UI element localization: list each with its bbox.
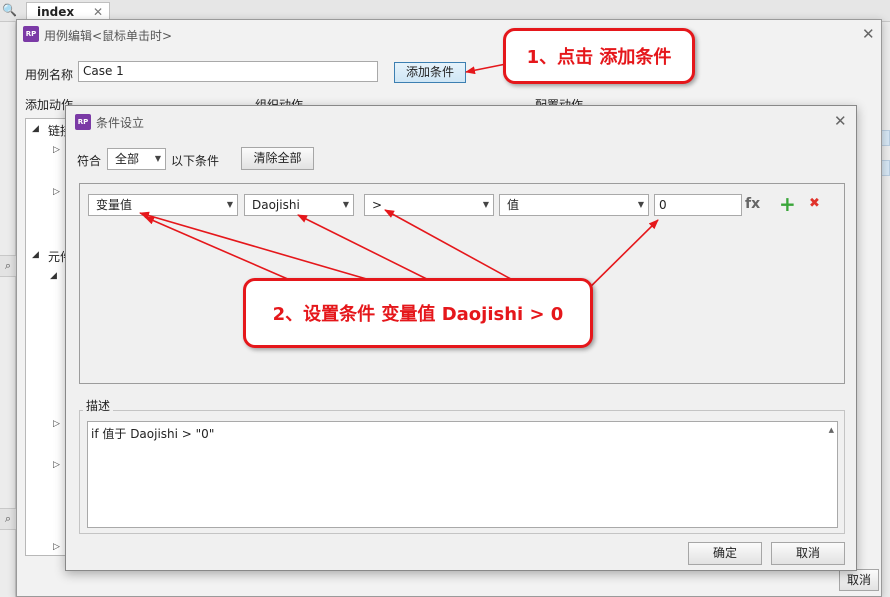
annotation-step2: 2、设置条件 变量值 Daojishi > 0 [243,278,593,348]
arrow-to-add-condition [465,63,507,75]
annotation-step1: 1、点击 添加条件 [503,28,695,84]
arrow-to-left-type-2 [139,211,371,281]
arrow-to-left-type [144,216,291,281]
